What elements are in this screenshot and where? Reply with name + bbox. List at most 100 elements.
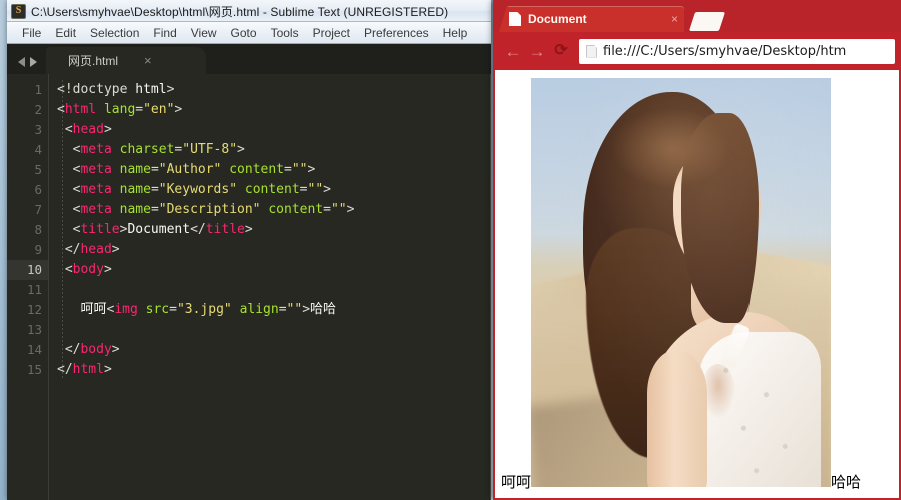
close-icon[interactable]: × bbox=[144, 54, 152, 67]
code-token-punc: < bbox=[64, 122, 73, 137]
code-token-text: Document bbox=[127, 222, 191, 237]
code-token-punc: > bbox=[111, 242, 120, 257]
line-number: 13 bbox=[26, 322, 42, 337]
tab-prev-arrow-icon[interactable] bbox=[18, 57, 25, 67]
editor-tab-webpage-html[interactable]: 网页.html × bbox=[46, 47, 206, 74]
code-token-str: "" bbox=[291, 162, 308, 177]
line-number: 4 bbox=[34, 142, 42, 157]
page-icon bbox=[509, 12, 521, 26]
code-token-str: "Author" bbox=[158, 162, 222, 177]
line-number: 15 bbox=[26, 362, 42, 377]
arm bbox=[647, 350, 708, 487]
forward-arrow-icon[interactable]: → bbox=[525, 39, 549, 63]
code-token-attr: content bbox=[268, 202, 324, 217]
code-line: <body> bbox=[57, 260, 490, 280]
code-token-tag: body bbox=[72, 262, 104, 277]
line-number-gutter: 1 2 3 4 5 6 7 8 9 10 11 12 13 14 15 bbox=[7, 74, 49, 500]
code-token-punc: <!doctype bbox=[57, 82, 136, 97]
code-token-tag: body bbox=[80, 342, 112, 357]
code-token-tag: meta bbox=[80, 162, 112, 177]
code-token-punc: = bbox=[169, 302, 177, 317]
code-token-attr: name bbox=[119, 202, 151, 217]
menu-item-tools[interactable]: Tools bbox=[264, 24, 306, 42]
line-number: 14 bbox=[26, 342, 42, 357]
code-token-punc: > bbox=[346, 202, 355, 217]
code-token-text: html bbox=[135, 82, 167, 97]
code-token-str: "Keywords" bbox=[158, 182, 238, 197]
code-token-punc: = bbox=[135, 102, 144, 117]
reload-icon[interactable]: ⟳ bbox=[549, 39, 573, 63]
code-token-punc: = bbox=[278, 302, 287, 317]
browser-toolbar: ← → ⟳ file:///C:/Users/smyhvae/Desktop/h… bbox=[493, 32, 901, 70]
code-token-attr: content bbox=[244, 182, 300, 197]
code-token-punc: > bbox=[103, 122, 112, 137]
code-token-tag: meta bbox=[80, 182, 112, 197]
code-token-str: "" bbox=[286, 302, 303, 317]
menu-item-file[interactable]: File bbox=[15, 24, 48, 42]
menu-item-help[interactable]: Help bbox=[436, 24, 475, 42]
code-line: <!doctype html> bbox=[57, 80, 490, 100]
menu-item-selection[interactable]: Selection bbox=[83, 24, 146, 42]
page-icon bbox=[586, 44, 597, 58]
line-number: 6 bbox=[34, 182, 42, 197]
editor-tab-bar: 网页.html × bbox=[7, 44, 491, 74]
menu-item-view[interactable]: View bbox=[184, 24, 224, 42]
code-token-punc: </ bbox=[64, 342, 81, 357]
sublime-text-icon: S bbox=[11, 3, 26, 19]
code-line: <title>Document</title> bbox=[57, 220, 490, 240]
code-token-attr: name bbox=[119, 162, 151, 177]
code-token-punc: < bbox=[57, 102, 65, 117]
address-bar[interactable]: file:///C:/Users/smyhvae/Desktop/htm bbox=[579, 38, 895, 64]
close-icon[interactable]: × bbox=[671, 12, 678, 26]
code-line: <meta name="Description" content=""> bbox=[57, 200, 490, 220]
code-editor[interactable]: 1 2 3 4 5 6 7 8 9 10 11 12 13 14 15 <!doctype html> <ht… bbox=[7, 74, 491, 500]
code-token-punc: </ bbox=[190, 222, 206, 237]
line-number: 5 bbox=[34, 162, 42, 177]
code-token-punc: = bbox=[150, 162, 159, 177]
code-line: </head> bbox=[57, 240, 490, 260]
line-number: 9 bbox=[34, 242, 42, 257]
back-arrow-icon[interactable]: ← bbox=[501, 39, 525, 63]
tab-next-arrow-icon[interactable] bbox=[30, 57, 37, 67]
browser-tab-document[interactable]: Document × bbox=[499, 6, 684, 32]
editor-tab-label: 网页.html bbox=[68, 54, 119, 68]
code-token-punc: > bbox=[237, 142, 245, 157]
code-token-tag: html bbox=[72, 362, 104, 377]
browser-tab-strip: Document × bbox=[493, 0, 901, 32]
code-token-punc: > bbox=[244, 222, 253, 237]
code-token-attr: lang bbox=[103, 102, 136, 117]
menu-item-find[interactable]: Find bbox=[146, 24, 183, 42]
menu-item-project[interactable]: Project bbox=[306, 24, 357, 42]
menu-item-goto[interactable]: Goto bbox=[224, 24, 264, 42]
code-token-attr: name bbox=[119, 182, 151, 197]
code-token-punc: > bbox=[323, 182, 331, 197]
code-token-tag: html bbox=[64, 102, 97, 117]
line-number: 7 bbox=[34, 202, 42, 217]
code-token-punc: > bbox=[174, 102, 183, 117]
new-tab-button[interactable] bbox=[688, 12, 726, 31]
sublime-text-window: S C:\Users\smyhvae\Desktop\html\网页.html … bbox=[7, 0, 491, 500]
code-token-str: "" bbox=[330, 202, 347, 217]
menu-item-edit[interactable]: Edit bbox=[48, 24, 83, 42]
code-text-area[interactable]: <!doctype html> <html lang="en"> <head> <… bbox=[49, 74, 490, 500]
code-line: </html> bbox=[57, 360, 490, 380]
code-line: <head> bbox=[57, 120, 490, 140]
code-token-punc: = bbox=[284, 162, 292, 177]
code-token-punc: = bbox=[299, 182, 308, 197]
rendered-page-content: 呵呵 哈哈 bbox=[495, 78, 899, 490]
menu-item-preferences[interactable]: Preferences bbox=[357, 24, 436, 42]
